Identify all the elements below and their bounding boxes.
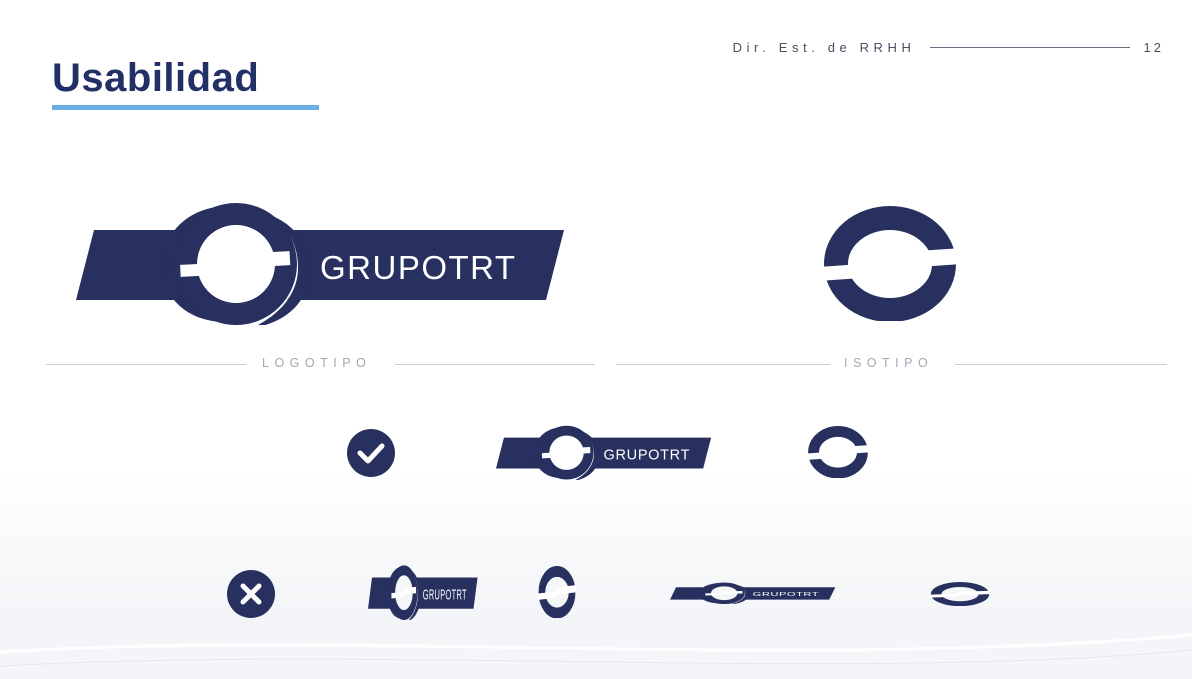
isotype-compressed-example	[538, 566, 576, 618]
logotype-large: GRUPOTRT	[76, 203, 564, 325]
logotype-section-label: LOGOTIPO	[262, 356, 372, 370]
slide-title: Usabilidad	[52, 56, 260, 100]
isotype-stretched-example	[930, 582, 990, 606]
isotype-divider-left	[616, 364, 830, 365]
logotype-stretched-example: GRUPOTRT	[670, 582, 836, 604]
title-underline	[52, 105, 319, 110]
x-circle-icon	[227, 570, 275, 618]
isotype-large	[822, 206, 958, 321]
slide: Usabilidad Dir. Est. de RRHH 12 GRUPOTRT	[0, 0, 1192, 679]
wordmark-text: GRUPOTRT	[320, 249, 517, 286]
header-reference: Dir. Est. de RRHH 12	[733, 40, 1164, 55]
check-circle-icon	[347, 429, 395, 477]
isotype-section-label: ISOTIPO	[844, 356, 934, 370]
logotype-divider-right	[395, 364, 595, 365]
wordmark-text-small: GRUPOTRT	[604, 447, 691, 463]
header-rule	[929, 47, 1130, 48]
logotype-compressed-example: GRUPOTRT	[368, 565, 478, 620]
wordmark-text-compressed: GRUPOTRT	[423, 587, 467, 603]
logotype-correct-example: GRUPOTRT	[496, 425, 712, 480]
isotype-correct-example	[807, 426, 869, 478]
logotype-divider-left	[46, 364, 246, 365]
wordmark-text-stretched: GRUPOTRT	[753, 591, 820, 598]
background-wave	[0, 470, 1192, 679]
page-number: 12	[1143, 40, 1164, 55]
department-label: Dir. Est. de RRHH	[732, 40, 916, 55]
isotype-divider-right	[955, 364, 1167, 365]
